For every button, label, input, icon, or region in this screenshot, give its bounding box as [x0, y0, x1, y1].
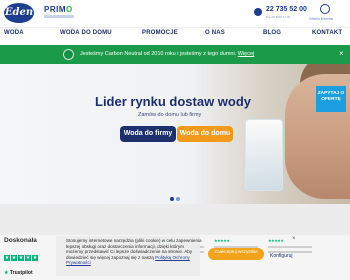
- phone-number[interactable]: 22 735 52 00: [266, 6, 307, 13]
- main-nav: WODA WODA DO DOMU PROMOCJE O NAS BLOG KO…: [0, 27, 350, 39]
- trustpilot-label: Trustpilot: [9, 270, 33, 276]
- star-icon: ★: [25, 255, 31, 261]
- nav-item-o-nas[interactable]: O NAS: [205, 30, 225, 36]
- close-icon[interactable]: ×: [292, 236, 296, 242]
- user-account-link[interactable]: Strefa Klienta: [309, 16, 333, 21]
- ask-for-offer-tab[interactable]: ZAPYTAJ O OFERTĘ: [316, 86, 346, 112]
- primo-logo-text: PRIM: [44, 5, 66, 14]
- hero-slider: Lider rynku dostaw wody Zamów do domu lu…: [0, 64, 350, 204]
- cookie-text-wrap: Stosujemy internetowe narzędzia (pliki c…: [66, 238, 202, 266]
- nav-item-kontakt[interactable]: KONTAKT: [312, 30, 342, 36]
- nav-item-woda[interactable]: WODA: [4, 30, 24, 36]
- water-for-business-button[interactable]: Woda do firmy: [120, 126, 176, 142]
- banner-text-wrap: Jesteśmy Carbon Neutral od 2010 roku i j…: [80, 51, 254, 57]
- nav-item-woda-do-domu[interactable]: WODA DO DOMU: [60, 30, 112, 36]
- review-line: [268, 246, 312, 248]
- star-icon: ★: [32, 255, 38, 261]
- logo-tagline-line: [44, 15, 74, 18]
- configure-cookies-link[interactable]: Konfiguruj: [270, 253, 293, 259]
- slider-dot-2[interactable]: [176, 197, 180, 201]
- rating-title: Doskonała: [4, 237, 37, 244]
- eden-logo[interactable]: Eden: [4, 3, 34, 23]
- star-icon: ★: [18, 255, 24, 261]
- primo-logo-o: O: [66, 5, 73, 14]
- close-icon[interactable]: ×: [339, 49, 344, 58]
- trustpilot-star-icon: ★: [4, 270, 9, 276]
- trustpilot-logo[interactable]: ★ Trustpilot: [4, 270, 33, 276]
- star-icon: ★: [4, 255, 10, 261]
- phone-hours: Pon-Pt 8:00-17:00: [266, 15, 291, 19]
- carbon-neutral-banner: Jesteśmy Carbon Neutral od 2010 roku i j…: [0, 45, 350, 64]
- carbon-neutral-badge-icon: [63, 49, 74, 60]
- site-header: Eden PRIMO 22 735 52 00 Pon-Pt 8:00-17:0…: [0, 0, 350, 27]
- banner-more-link[interactable]: Więcej: [238, 51, 255, 57]
- nav-item-blog[interactable]: BLOG: [263, 30, 281, 36]
- accept-all-cookies-button[interactable]: Zaakceptuj wszystkie: [208, 248, 264, 260]
- slider-dot-1[interactable]: [170, 197, 174, 201]
- user-icon[interactable]: [320, 4, 330, 14]
- banner-text: Jesteśmy Carbon Neutral od 2010 roku i j…: [80, 51, 237, 57]
- hero-image-glass: [245, 119, 283, 191]
- phone-icon: [254, 8, 262, 16]
- rating-stars: ★ ★ ★ ★ ★: [4, 246, 39, 264]
- hero-title: Lider rynku dostaw wody: [95, 94, 252, 109]
- nav-item-promocje[interactable]: PROMOCJE: [142, 30, 178, 36]
- review-stars: ★★★★★: [214, 238, 230, 243]
- water-for-home-button[interactable]: Woda do domu: [177, 126, 233, 142]
- hero-subtitle: Zamów do domu lub firmy: [138, 112, 202, 118]
- primo-logo[interactable]: PRIMO: [44, 5, 73, 14]
- star-icon: ★: [11, 255, 17, 261]
